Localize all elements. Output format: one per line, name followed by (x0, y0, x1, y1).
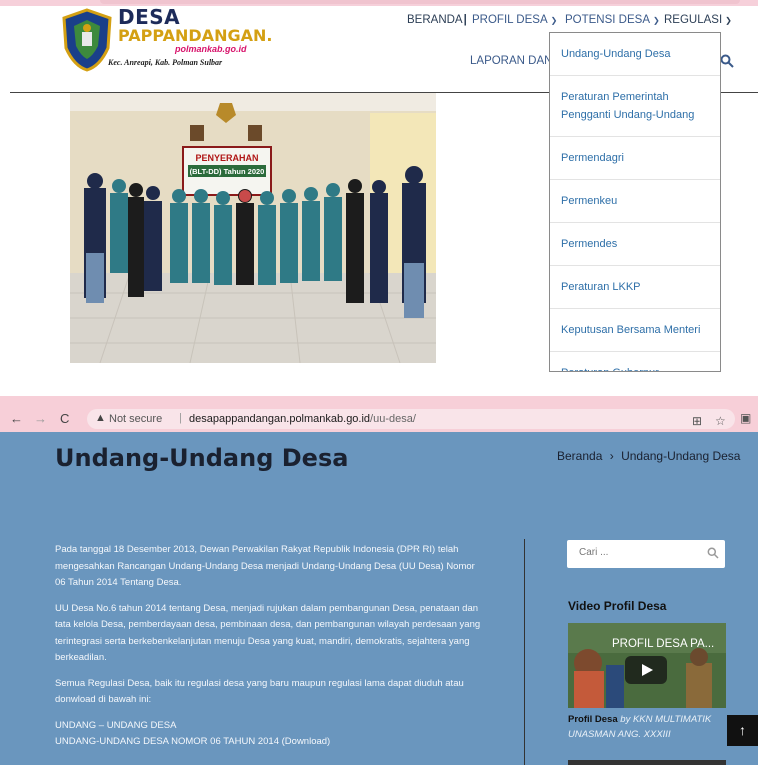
village-emblem-icon[interactable] (60, 8, 114, 72)
nav-profil-desa[interactable]: PROFIL DESA ❯ (472, 14, 557, 26)
search-icon[interactable] (720, 54, 734, 68)
nav-laporan-dana-label: LAPORAN DANA (470, 55, 561, 67)
breadcrumb-home[interactable]: Beranda (557, 449, 602, 463)
breadcrumb-separator: › (609, 449, 614, 463)
video-title: PROFIL DESA PA... (612, 638, 715, 650)
warning-icon[interactable]: ▲ (95, 412, 106, 424)
slider-photo[interactable]: PENYERAHAN (BLT-DD) Tahun 2020 (70, 93, 436, 363)
back-arrow-icon[interactable]: ← (10, 411, 23, 426)
regulasi-dropdown-menu: Undang-Undang Desa Peraturan Pemerintah … (549, 32, 721, 372)
dropdown-item-peraturan-gubernur[interactable]: Peraturan Gubernur (550, 352, 720, 371)
chevron-down-icon: ❯ (653, 16, 660, 25)
video-caption: Profil Desa by KKN MULTIMATIK UNASMAN AN… (568, 712, 728, 742)
site-location: Kec. Anreapi, Kab. Polman Sulbar (108, 58, 223, 67)
nav-beranda[interactable]: BERANDA| (407, 14, 467, 26)
nav-potensi-desa-label: POTENSI DESA (565, 14, 650, 26)
dropdown-item-peraturan-lkkp[interactable]: Peraturan LKKP (550, 266, 720, 309)
dropdown-item-uu-desa[interactable]: Undang-Undang Desa (550, 33, 720, 76)
extension-icon[interactable]: ▣ (740, 411, 751, 425)
nav-profil-desa-label: PROFIL DESA (472, 14, 548, 26)
nav-regulasi[interactable]: REGULASI ❯ (664, 14, 732, 26)
section-heading: UNDANG – UNDANG DESA (55, 719, 177, 731)
content-divider (524, 539, 525, 765)
chevron-down-icon: ❯ (725, 16, 732, 25)
sidebar-search-input[interactable]: Cari ... (567, 540, 725, 568)
video-section-heading: Video Profil Desa (568, 599, 667, 613)
article-content: Pada tanggal 18 Desember 2013, Dewan Per… (55, 542, 485, 760)
site-name-line2[interactable]: PAPPANDANGAN. (118, 26, 272, 45)
nav-potensi-desa[interactable]: POTENSI DESA ❯ (565, 14, 660, 26)
breadcrumb-current: Undang-Undang Desa (621, 449, 741, 463)
address-bar[interactable]: ▲ Not secure | desapappandangan.polmanka… (87, 409, 735, 429)
site-header-screenshot: DESA PAPPANDANGAN. polmankab.go.id Kec. … (0, 0, 758, 372)
banner-title: PENYERAHAN (195, 153, 258, 163)
page-screenshot: ← → C ▲ Not secure | desapappandangan.po… (0, 396, 758, 765)
back-to-top-button[interactable]: ↑ (727, 715, 758, 746)
banner-subtitle: (BLT-DD) Tahun 2020 (190, 167, 265, 176)
second-video-thumbnail[interactable] (568, 760, 726, 765)
paragraph: Pada tanggal 18 Desember 2013, Dewan Per… (55, 544, 475, 588)
dropdown-item-perppu[interactable]: Peraturan Pemerintah Pengganti Undang-Un… (550, 76, 720, 137)
search-icon[interactable] (707, 547, 719, 559)
browser-tabstrip (0, 396, 758, 406)
browser-toolbar: ← → C ▲ Not secure | desapappandangan.po… (0, 406, 758, 432)
search-placeholder: Cari ... (579, 547, 609, 558)
breadcrumb: Beranda › Undang-Undang Desa (557, 449, 740, 463)
paragraph: UU Desa No.6 tahun 2014 tentang Desa, me… (55, 602, 481, 664)
video-player[interactable]: PROFIL DESA PA... (568, 623, 726, 708)
forward-arrow-icon[interactable]: → (34, 411, 47, 426)
nav-laporan-dana[interactable]: LAPORAN DANA (470, 55, 560, 67)
browser-strip (0, 0, 758, 6)
dropdown-item-permendagri[interactable]: Permendagri (550, 137, 720, 180)
not-secure-label: Not secure (109, 413, 163, 425)
nav-regulasi-label: REGULASI (664, 14, 723, 26)
page-title: Undang-Undang Desa (55, 444, 349, 472)
chevron-down-icon: ❯ (550, 16, 558, 25)
video-caption-title[interactable]: Profil Desa (568, 714, 618, 725)
translate-icon[interactable]: ⊞ (692, 414, 702, 428)
dropdown-item-permenkeu[interactable]: Permenkeu (550, 180, 720, 223)
paragraph: Semua Regulasi Desa, baik itu regulasi d… (55, 677, 464, 706)
group-photo-image: PENYERAHAN (BLT-DD) Tahun 2020 (70, 93, 436, 363)
bookmark-star-icon[interactable]: ☆ (715, 414, 726, 428)
address-text[interactable]: desapappandangan.polmankab.go.id/uu-desa… (189, 413, 416, 425)
dropdown-item-permendes[interactable]: Permendes (550, 223, 720, 266)
nav-beranda-label: BERANDA (407, 14, 463, 26)
dropdown-item-keputusan-bersama[interactable]: Keputusan Bersama Menteri (550, 309, 720, 352)
reload-icon[interactable]: C (60, 411, 69, 426)
arrow-up-icon: ↑ (739, 722, 746, 738)
play-icon[interactable] (625, 656, 667, 684)
address-path: /uu-desa/ (370, 413, 416, 425)
address-domain: desapappandangan.polmankab.go.id (189, 413, 371, 425)
download-link[interactable]: UNDANG-UNDANG DESA NOMOR 06 TAHUN 2014 (… (55, 734, 485, 751)
site-url: polmankab.go.id (175, 44, 247, 54)
